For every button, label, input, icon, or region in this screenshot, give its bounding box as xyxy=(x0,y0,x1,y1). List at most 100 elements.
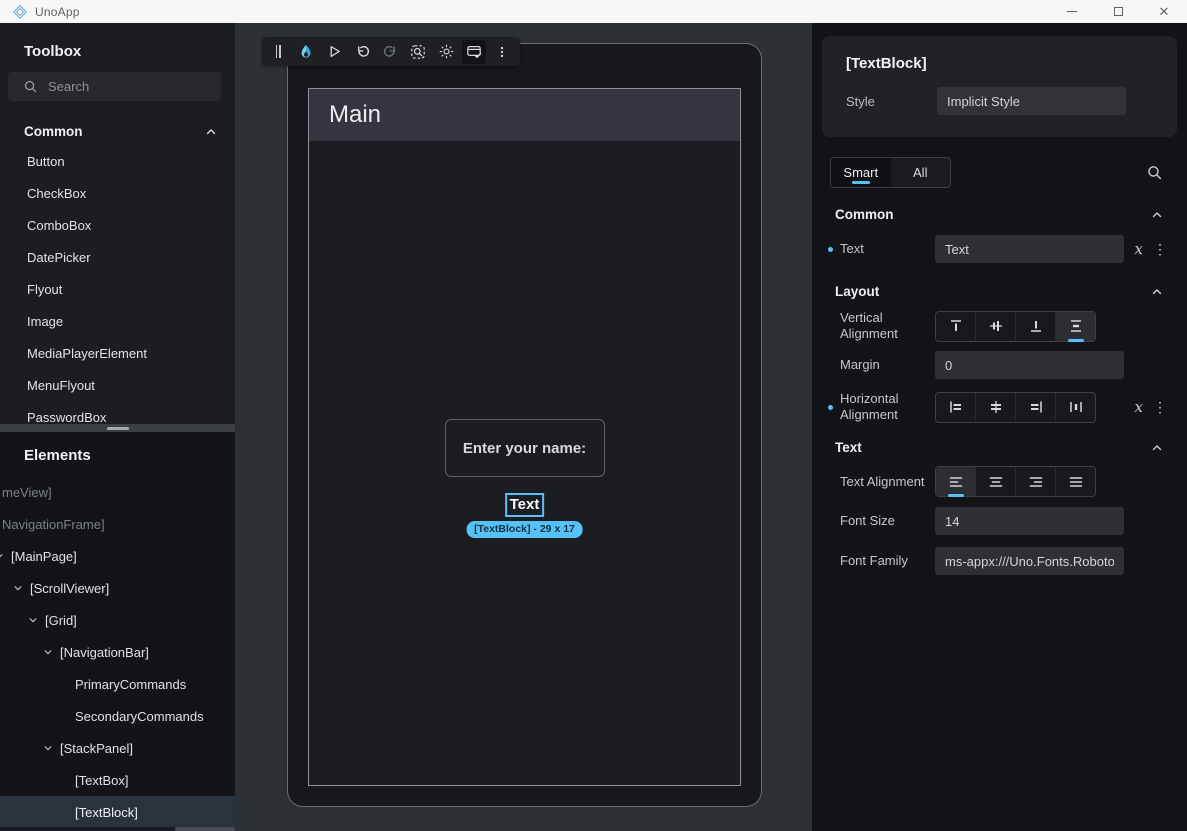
tree-horizontal-scrollbar[interactable] xyxy=(0,827,235,831)
tree-item-primarycommands[interactable]: PrimaryCommands xyxy=(0,668,235,700)
text-property-input[interactable] xyxy=(935,235,1124,263)
canvas-selected-textblock[interactable]: Text xyxy=(505,493,545,517)
align-left-icon[interactable] xyxy=(936,393,975,422)
maximize-button[interactable] xyxy=(1095,0,1141,23)
tree-item-secondarycommands[interactable]: SecondaryCommands xyxy=(0,700,235,732)
toolbox-item-menuflyout[interactable]: MenuFlyout xyxy=(0,369,235,401)
tree-item-stackpanel[interactable]: [StackPanel] xyxy=(0,732,235,764)
align-vertical-center-icon[interactable] xyxy=(975,312,1015,341)
elements-title: Elements xyxy=(0,432,235,464)
toolbox-item-checkbox[interactable]: CheckBox xyxy=(0,177,235,209)
binding-expression-icon[interactable]: x xyxy=(1135,240,1143,258)
toolbox-item-combobox[interactable]: ComboBox xyxy=(0,209,235,241)
chevron-down-icon xyxy=(43,743,53,753)
align-right-icon[interactable] xyxy=(1015,393,1055,422)
chevron-down-icon xyxy=(28,615,38,625)
font-family-label: Font Family xyxy=(840,553,935,569)
scrollbar-thumb[interactable] xyxy=(175,827,235,831)
toolbox-item-passwordbox[interactable]: PasswordBox xyxy=(0,401,235,424)
design-canvas: Main Enter your name: Text [TextBlock] -… xyxy=(235,23,812,831)
tree-item-navigationbar[interactable]: [NavigationBar] xyxy=(0,636,235,668)
chevron-up-icon xyxy=(205,126,217,138)
property-search-icon[interactable] xyxy=(1146,164,1163,181)
stretch-vertical-icon[interactable] xyxy=(1055,312,1095,341)
property-row-text: Text x ⋮ xyxy=(812,235,1187,263)
property-menu-icon[interactable]: ⋮ xyxy=(1153,241,1167,258)
align-top-icon[interactable] xyxy=(936,312,975,341)
modified-dot xyxy=(828,405,833,410)
text-align-center-icon[interactable] xyxy=(975,467,1015,496)
drag-handle-icon[interactable] xyxy=(266,40,290,64)
inspect-element-icon[interactable] xyxy=(406,40,430,64)
selection-size-badge: [TextBlock] - 29 x 17 xyxy=(466,521,583,538)
inspector-tabs-row: Smart All xyxy=(830,157,1163,188)
text-align-justify-icon[interactable] xyxy=(1055,467,1095,496)
redo-icon[interactable] xyxy=(378,40,402,64)
panel-check-icon[interactable] xyxy=(462,40,486,64)
window-title: UnoApp xyxy=(35,5,80,19)
more-options-icon[interactable] xyxy=(490,40,514,64)
property-tabs: Smart All xyxy=(830,157,951,188)
panel-splitter[interactable] xyxy=(0,424,235,432)
element-tree: meView] NavigationFrame] [MainPage] [Scr… xyxy=(0,476,235,828)
tree-item-scrollviewer[interactable]: [ScrollViewer] xyxy=(0,572,235,604)
undo-icon[interactable] xyxy=(350,40,374,64)
selected-element-card: [TextBlock] Style xyxy=(822,36,1177,137)
style-input[interactable] xyxy=(937,87,1126,115)
toolbox-panel: Toolbox Common Button CheckBox ComboBox … xyxy=(0,23,235,424)
toolbox-search[interactable] xyxy=(8,72,221,101)
stretch-horizontal-icon[interactable] xyxy=(1055,393,1095,422)
horizontal-alignment-label: Horizontal Alignment xyxy=(840,391,935,423)
margin-label: Margin xyxy=(840,357,935,373)
chevron-down-icon xyxy=(43,647,53,657)
text-alignment-group xyxy=(935,466,1096,497)
tab-all[interactable]: All xyxy=(891,158,951,187)
canvas-textbox-element[interactable]: Enter your name: xyxy=(445,419,605,477)
text-align-left-icon[interactable] xyxy=(936,467,975,496)
tree-item-mainpage[interactable]: [MainPage] xyxy=(0,540,235,572)
tree-item-navigationframe[interactable]: NavigationFrame] xyxy=(0,508,235,540)
toolbox-item-mediaplayerelement[interactable]: MediaPlayerElement xyxy=(0,337,235,369)
design-toolbar xyxy=(262,37,520,66)
tree-item-grid[interactable]: [Grid] xyxy=(0,604,235,636)
selected-element-name: [TextBlock] xyxy=(822,36,1177,72)
font-size-label: Font Size xyxy=(840,513,935,529)
align-bottom-icon[interactable] xyxy=(1015,312,1055,341)
close-button[interactable]: ✕ xyxy=(1141,0,1187,23)
section-text[interactable]: Text xyxy=(812,440,1187,455)
search-input[interactable] xyxy=(48,79,198,94)
property-row-font-size: Font Size xyxy=(812,507,1187,535)
font-size-input[interactable] xyxy=(935,507,1124,535)
tab-smart[interactable]: Smart xyxy=(831,158,891,187)
text-align-right-icon[interactable] xyxy=(1015,467,1055,496)
minimize-button[interactable] xyxy=(1049,0,1095,23)
align-horizontal-center-icon[interactable] xyxy=(975,393,1015,422)
hot-reload-flame-icon[interactable] xyxy=(294,40,318,64)
toolbox-section-common[interactable]: Common xyxy=(0,118,235,145)
toolbox-item-image[interactable]: Image xyxy=(0,305,235,337)
font-family-input[interactable] xyxy=(935,547,1124,575)
page-title: Main xyxy=(309,101,381,129)
tree-item-textblock-selected[interactable]: [TextBlock] xyxy=(0,796,235,828)
chevron-up-icon xyxy=(1151,286,1163,298)
maximize-icon xyxy=(1114,7,1123,16)
play-icon[interactable] xyxy=(322,40,346,64)
left-sidebar: Toolbox Common Button CheckBox ComboBox … xyxy=(0,23,235,831)
toolbox-item-flyout[interactable]: Flyout xyxy=(0,273,235,305)
style-property-row: Style xyxy=(846,87,1177,115)
tree-item-frameview[interactable]: meView] xyxy=(0,476,235,508)
app-navigation-bar[interactable]: Main xyxy=(309,89,740,141)
app-preview[interactable]: Main Enter your name: Text [TextBlock] -… xyxy=(308,88,741,786)
property-inspector: [TextBlock] Style Smart All Common Text … xyxy=(812,23,1187,831)
section-layout[interactable]: Layout xyxy=(812,284,1187,299)
toolbox-item-button[interactable]: Button xyxy=(0,145,235,177)
toolbox-item-datepicker[interactable]: DatePicker xyxy=(0,241,235,273)
property-menu-icon[interactable]: ⋮ xyxy=(1153,399,1167,416)
binding-expression-icon[interactable]: x xyxy=(1135,398,1143,416)
theme-sun-icon[interactable] xyxy=(434,40,458,64)
margin-input[interactable] xyxy=(935,351,1124,379)
vertical-alignment-label: Vertical Alignment xyxy=(840,310,935,342)
tree-item-textbox[interactable]: [TextBox] xyxy=(0,764,235,796)
section-common[interactable]: Common xyxy=(812,207,1187,222)
minimize-icon xyxy=(1067,11,1077,12)
